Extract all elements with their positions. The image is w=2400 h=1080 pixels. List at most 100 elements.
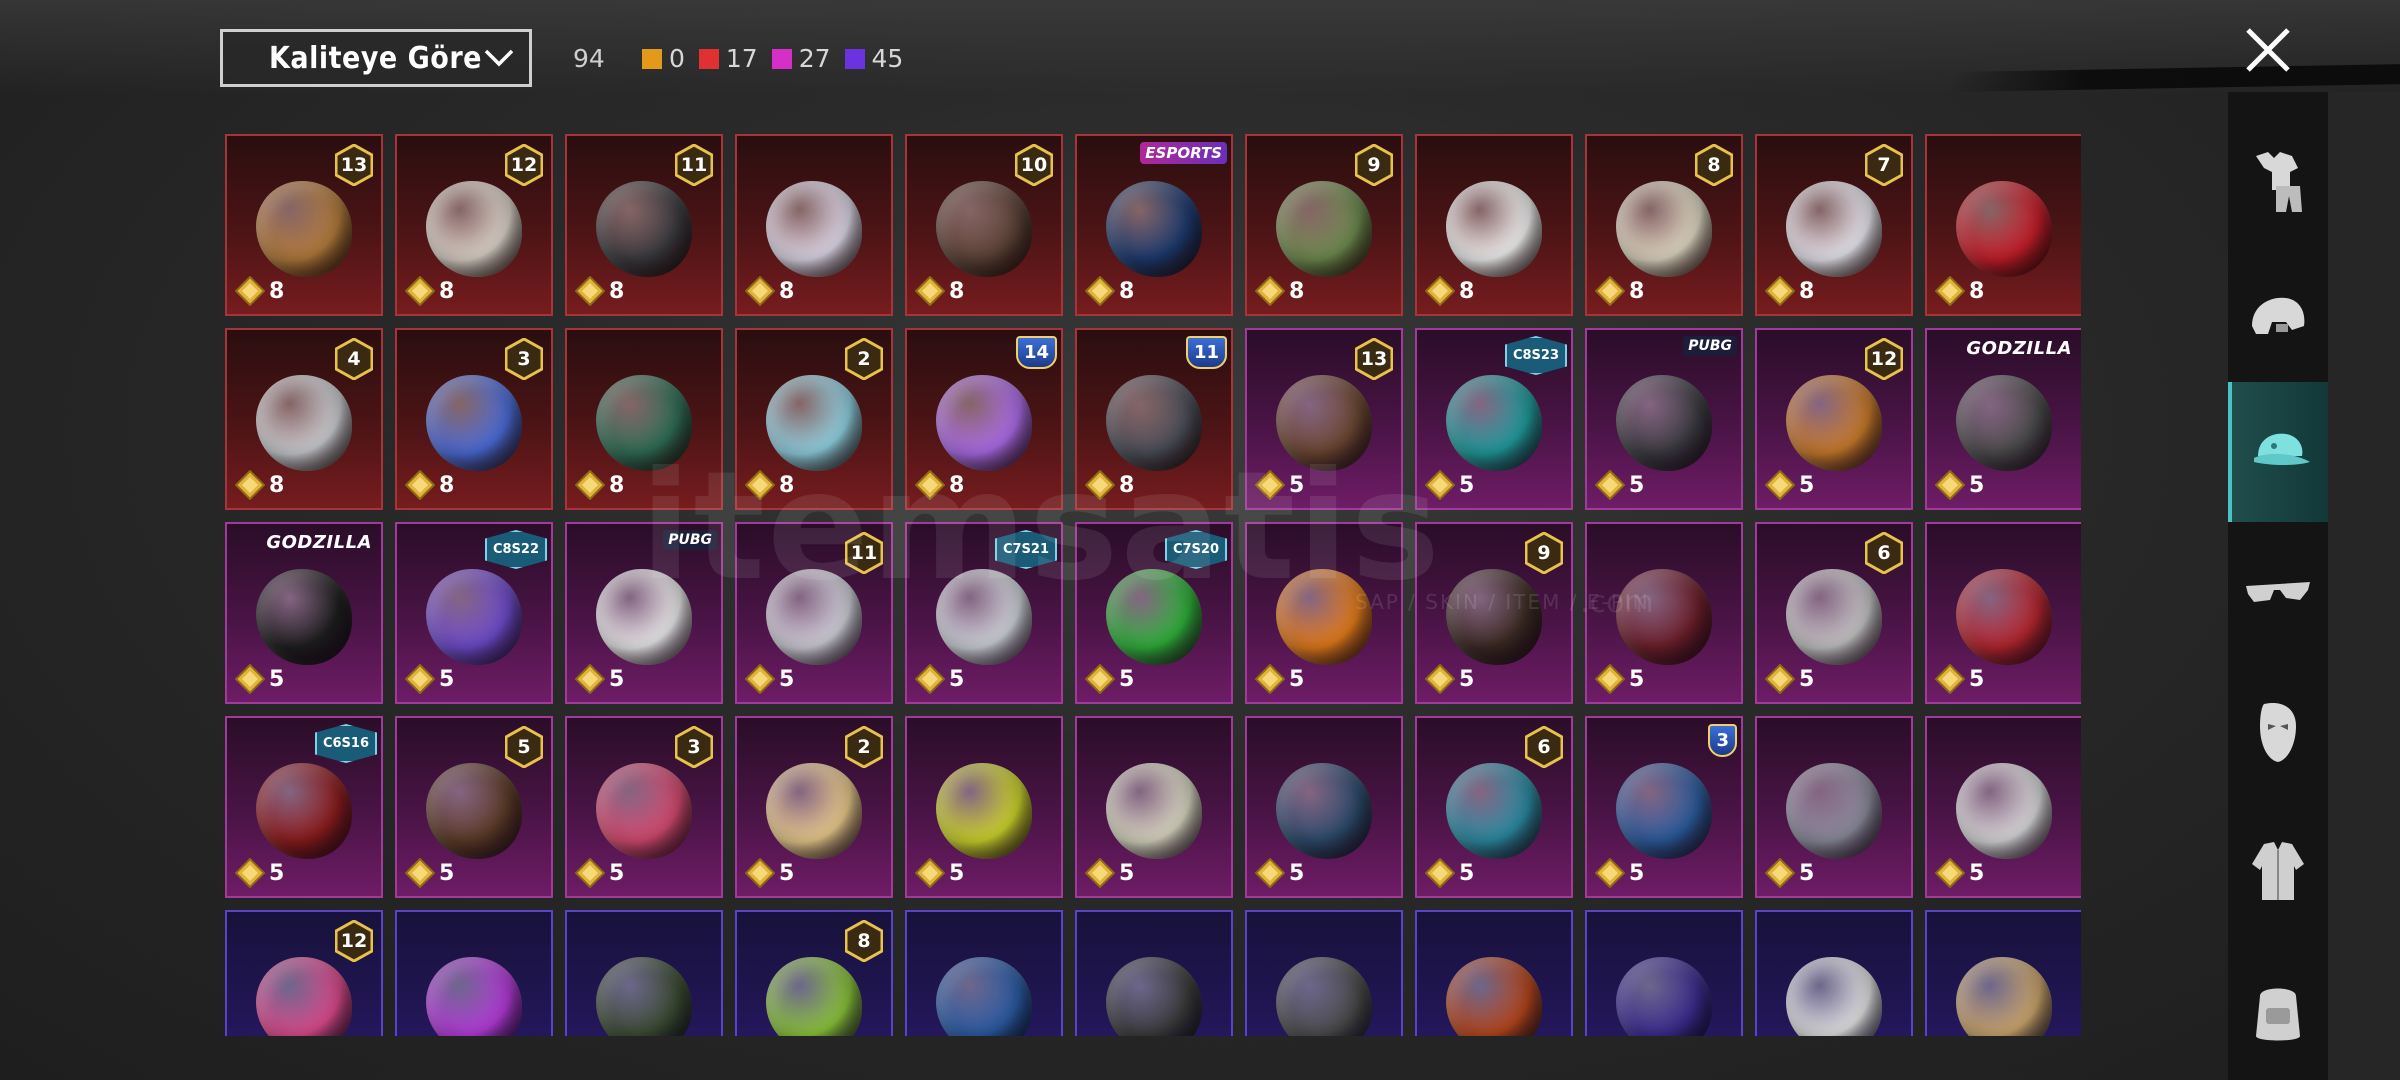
item-card[interactable]: PUBG 5 [1585, 328, 1743, 510]
item-card[interactable] [1075, 910, 1233, 1036]
category-tab-mask[interactable] [2228, 662, 2328, 802]
points-icon [575, 858, 605, 888]
item-points: 5 [1425, 664, 1474, 694]
item-card[interactable]: 35 [565, 716, 723, 898]
item-card[interactable]: 12 [225, 910, 383, 1036]
item-card[interactable]: 5 [1245, 716, 1403, 898]
item-card[interactable]: 65 [1415, 716, 1573, 898]
cap-icon [2254, 433, 2310, 465]
item-card[interactable]: PUBG 5 [565, 522, 723, 704]
item-card[interactable]: 5 [1925, 522, 2081, 704]
item-thumbnail [1446, 956, 1542, 1036]
item-thumbnail [936, 374, 1032, 471]
level-badge: 12 [335, 920, 373, 962]
rarity-count-blue: 45 [844, 44, 903, 73]
item-card[interactable]: GODZILLA 5 [225, 522, 383, 704]
item-card[interactable]: 11 8 [565, 134, 723, 316]
points-icon [405, 664, 435, 694]
level-badge: 4 [335, 338, 373, 380]
item-card[interactable] [1755, 910, 1913, 1036]
item-card[interactable]: 5 [1075, 716, 1233, 898]
item-grid: 13 8 12 8 11 8 8 10 8 ESPORTS 8 9 8 8 8 8 7 8 8 4 8 3 8 8 2 8 14 8 1… [225, 134, 2081, 1036]
item-card[interactable]: 5 [905, 716, 1063, 898]
item-card[interactable]: 35 [1585, 716, 1743, 898]
level-number: 2 [857, 348, 871, 370]
item-card[interactable] [395, 910, 553, 1036]
item-card[interactable]: C8S22 5 [395, 522, 553, 704]
item-card[interactable]: 25 [735, 716, 893, 898]
item-card[interactable]: 5 [1755, 716, 1913, 898]
category-sidebar [2228, 92, 2328, 1080]
item-thumbnail [596, 374, 692, 471]
category-tab-jacket[interactable] [2228, 802, 2328, 942]
item-thumbnail [596, 568, 692, 665]
item-card[interactable]: 11 8 [1075, 328, 1233, 510]
item-card[interactable]: 14 8 [905, 328, 1063, 510]
item-card[interactable]: C8S23 5 [1415, 328, 1573, 510]
points-value: 5 [1459, 860, 1475, 886]
item-points: 5 [1765, 858, 1814, 888]
item-card[interactable]: 11 5 [735, 522, 893, 704]
points-icon [745, 858, 775, 888]
item-card[interactable]: 88 [1585, 134, 1743, 316]
item-card[interactable]: C7S20 5 [1075, 522, 1233, 704]
level-badge: 6 [1525, 726, 1563, 768]
points-value: 5 [1969, 472, 1985, 498]
item-points: 5 [405, 858, 454, 888]
item-card[interactable]: 38 [395, 328, 553, 510]
item-card[interactable]: 12 5 [1755, 328, 1913, 510]
points-icon [1425, 664, 1455, 694]
category-tab-cap[interactable] [2228, 382, 2328, 522]
points-icon [235, 664, 265, 694]
item-card[interactable]: 8 [735, 910, 893, 1036]
category-tab-glasses[interactable] [2228, 522, 2328, 662]
item-card[interactable]: 8 [1415, 134, 1573, 316]
item-card[interactable] [1245, 910, 1403, 1036]
item-thumbnail [1956, 956, 2052, 1036]
level-badge: 3 [675, 726, 713, 768]
item-card[interactable] [1585, 910, 1743, 1036]
points-icon [405, 470, 435, 500]
item-card[interactable]: 28 [735, 328, 893, 510]
item-points: 5 [1595, 470, 1644, 500]
item-card[interactable]: GODZILLA 5 [1925, 328, 2081, 510]
item-card[interactable]: 13 5 [1245, 328, 1403, 510]
category-tab-outfit[interactable] [2228, 112, 2328, 252]
item-thumbnail [256, 762, 352, 859]
points-value: 8 [949, 278, 965, 304]
item-card[interactable]: C7S21 5 [905, 522, 1063, 704]
item-card[interactable]: 5 [1925, 716, 2081, 898]
item-thumbnail [1276, 180, 1372, 277]
points-icon [405, 276, 435, 306]
points-value: 8 [609, 472, 625, 498]
item-card[interactable]: C6S16 5 [225, 716, 383, 898]
item-card[interactable]: 98 [1245, 134, 1403, 316]
level-badge: 11 [845, 532, 883, 574]
item-card[interactable] [1415, 910, 1573, 1036]
item-thumbnail [1106, 180, 1202, 277]
item-card[interactable]: 12 8 [395, 134, 553, 316]
item-card[interactable]: 65 [1755, 522, 1913, 704]
item-card[interactable]: 13 8 [225, 134, 383, 316]
item-card[interactable]: 8 [1925, 134, 2081, 316]
category-tab-helmet[interactable] [2228, 252, 2328, 392]
item-card[interactable]: 8 [735, 134, 893, 316]
level-number: 5 [517, 736, 531, 758]
points-value: 8 [269, 472, 285, 498]
item-card[interactable]: 55 [395, 716, 553, 898]
item-points: 5 [915, 858, 964, 888]
category-tab-backpack[interactable] [2228, 942, 2328, 1080]
item-card[interactable]: 48 [225, 328, 383, 510]
item-card[interactable]: 10 8 [905, 134, 1063, 316]
item-card[interactable]: 8 [565, 328, 723, 510]
item-card[interactable]: 78 [1755, 134, 1913, 316]
item-points: 5 [745, 858, 794, 888]
item-card[interactable] [1925, 910, 2081, 1036]
points-value: 5 [269, 666, 285, 692]
item-card[interactable] [905, 910, 1063, 1036]
sort-dropdown[interactable]: Kaliteye Göre [220, 29, 532, 87]
item-card[interactable] [565, 910, 723, 1036]
item-card[interactable]: ESPORTS 8 [1075, 134, 1233, 316]
helmet-icon [2252, 297, 2305, 334]
close-icon[interactable] [2240, 22, 2296, 78]
